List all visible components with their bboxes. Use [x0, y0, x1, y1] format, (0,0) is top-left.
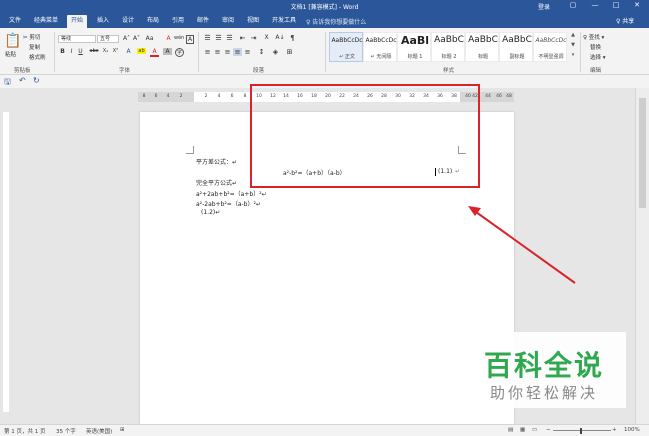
watermark-subtitle: 助你轻松解决 [490, 384, 599, 402]
annotation-arrow-line [475, 211, 576, 284]
watermark-title: 百科全说 [484, 349, 605, 382]
watermark: 百科全说 助你轻松解决 [470, 332, 626, 408]
